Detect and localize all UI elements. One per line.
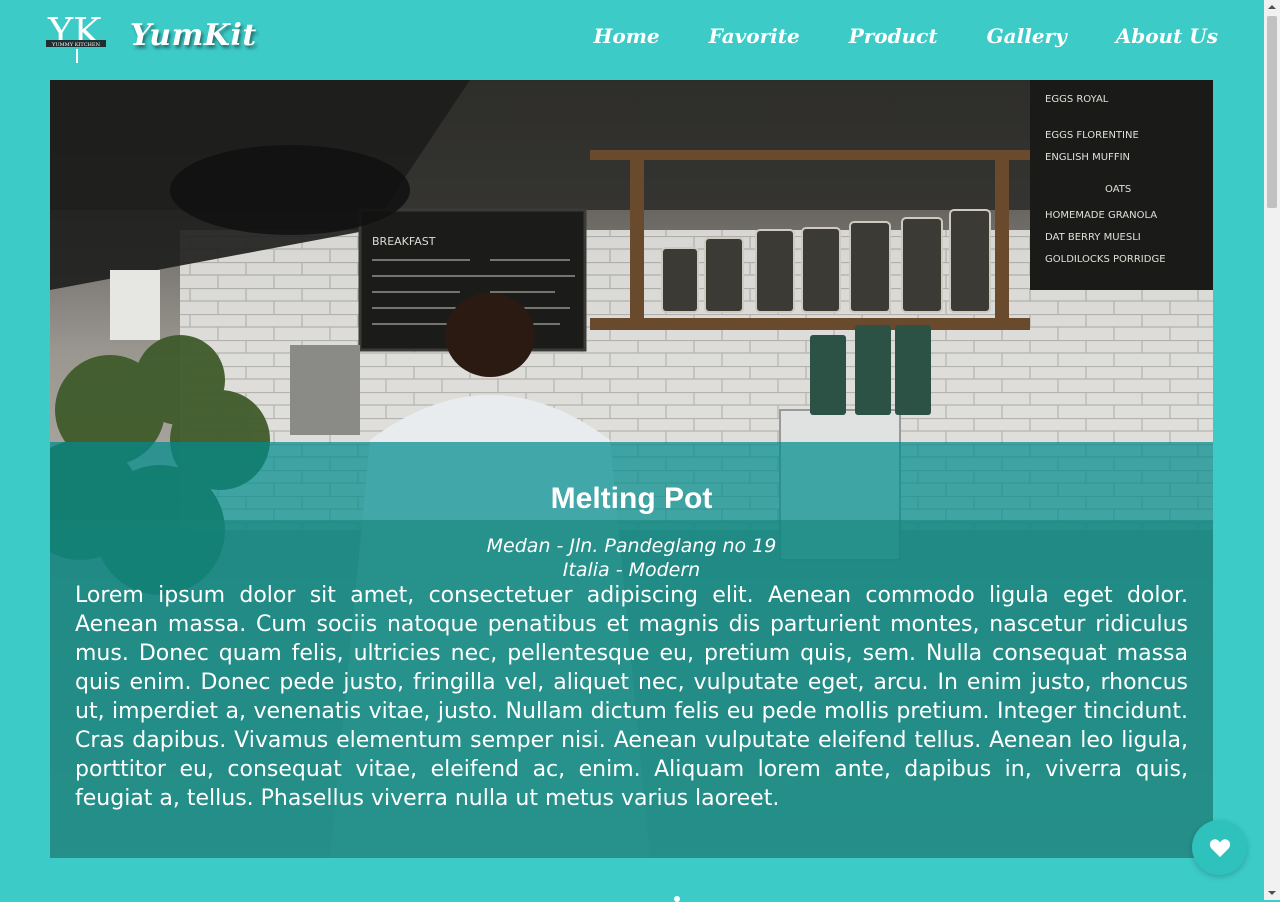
favorite-fab-button[interactable] xyxy=(1192,820,1247,875)
menu-board-item: HOMEMADE GRANOLA xyxy=(1045,210,1157,221)
nav-gallery[interactable]: Gallery xyxy=(987,24,1067,48)
logo-caption: YUMMY KITCHEN xyxy=(51,42,101,48)
navbar: YK YUMMY KITCHEN YumKit Home Favorite Pr… xyxy=(0,0,1264,80)
nav-favorite[interactable]: Favorite xyxy=(709,24,800,48)
restaurant-meta: Medan - Jln. Pandeglang no 19 Italia - M… xyxy=(50,534,1213,582)
menu-board-item: DAT BERRY MUESLI xyxy=(1045,232,1141,243)
restaurant-description: Lorem ipsum dolor sit amet, consectetuer… xyxy=(75,583,1188,811)
yumkit-logo[interactable]: YK YUMMY KITCHEN xyxy=(46,9,106,65)
menu-board-item: GOLDILOCKS PORRIDGE xyxy=(1045,254,1166,265)
menu-board-item: ENGLISH MUFFIN xyxy=(1045,152,1130,163)
vertical-scrollbar[interactable] xyxy=(1264,0,1280,900)
nav-product[interactable]: Product xyxy=(849,24,938,48)
heart-icon xyxy=(1209,838,1230,857)
nav-menu: Home Favorite Product Gallery About Us xyxy=(593,24,1218,48)
nav-home[interactable]: Home xyxy=(593,24,659,48)
hero-section: BREAKFAST EGGS ROYAL EGGS FLORENTINE ENG… xyxy=(50,80,1213,858)
menu-board-left-title: BREAKFAST xyxy=(372,235,436,248)
restaurant-location: Medan - Jln. Pandeglang no 19 xyxy=(486,535,777,557)
scroll-up-arrow-icon[interactable] xyxy=(1264,0,1280,14)
brand-name[interactable]: YumKit xyxy=(130,18,257,53)
nav-about-us[interactable]: About Us xyxy=(1116,24,1218,48)
scroll-down-arrow-icon[interactable] xyxy=(1264,886,1280,900)
scrollbar-thumb[interactable] xyxy=(1267,16,1277,208)
menu-board-item: OATS xyxy=(1105,184,1131,195)
restaurant-cuisine: Italia - Modern xyxy=(562,559,701,581)
menu-board-right-title: EGGS ROYAL xyxy=(1045,94,1109,105)
restaurant-title: Melting Pot xyxy=(550,482,713,515)
menu-board-item: EGGS FLORENTINE xyxy=(1045,130,1139,141)
carousel-indicator[interactable] xyxy=(674,896,680,902)
